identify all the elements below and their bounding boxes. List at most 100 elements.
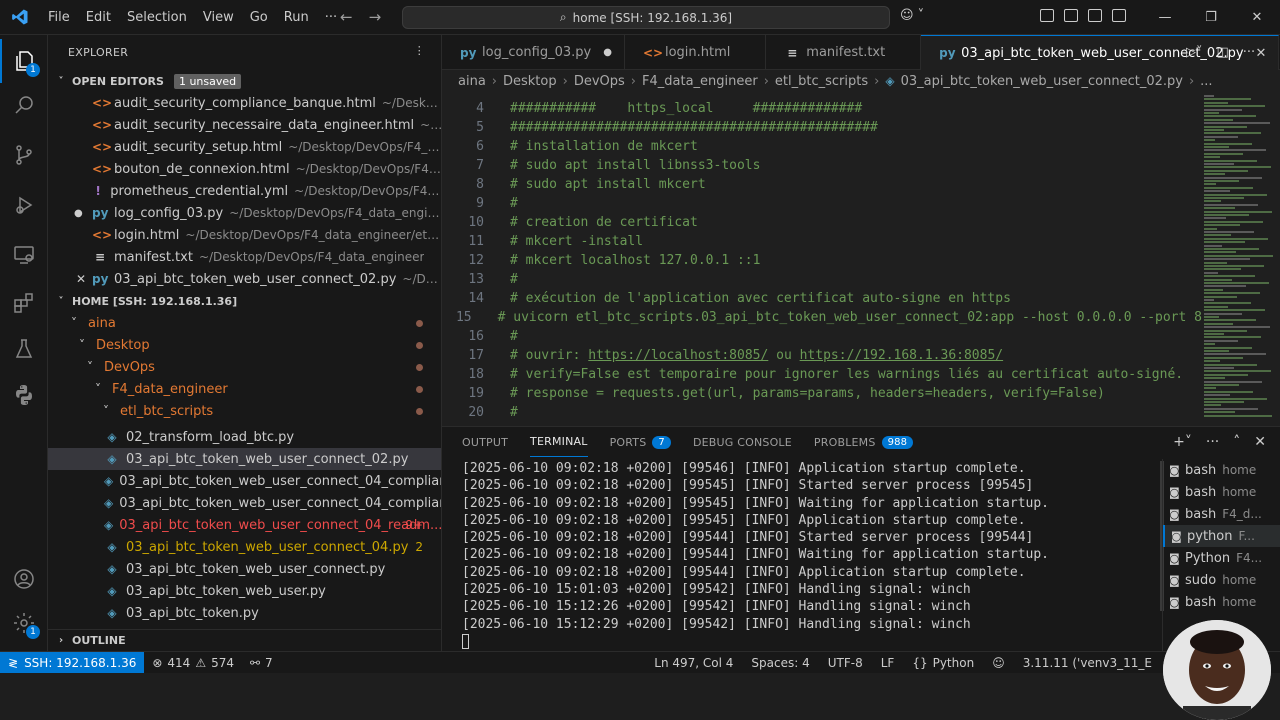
terminal-instance[interactable]: ◙ bash home <box>1163 459 1280 481</box>
minimize-icon[interactable]: — <box>1142 0 1188 35</box>
folder-item[interactable]: ˅ aina <box>48 312 441 334</box>
open-editor-item[interactable]: ✕ py 03_api_btc_token_web_user_connect_02.… <box>48 268 441 290</box>
open-editor-item[interactable]: <> bouton_de_connexion.html ~/Desktop/DevO… <box>48 158 441 180</box>
maximize-panel-icon[interactable]: ˄ <box>1233 434 1240 450</box>
file-item[interactable]: ◈ 03_api_btc_token_web_user.py <box>48 580 441 602</box>
breadcrumb-item[interactable]: etl_btc_scripts <box>775 74 868 89</box>
folder-item[interactable]: ˅ Desktop <box>48 334 441 356</box>
run-debug-icon[interactable] <box>0 183 48 227</box>
terminal-instance[interactable]: ◙ Python F4... <box>1163 547 1280 569</box>
folder-item[interactable]: ˅ F4_data_engineer <box>48 378 441 400</box>
open-editors-section[interactable]: ˅ OPEN EDITORS 1 unsaved <box>48 70 441 92</box>
terminal-instance[interactable]: ◙ bash home <box>1163 481 1280 503</box>
breadcrumb-item[interactable]: DevOps <box>574 74 625 89</box>
home-folder-section[interactable]: ˅ HOME [SSH: 192.168.1.36] <box>48 290 441 312</box>
breadcrumb-item[interactable]: Desktop <box>503 74 557 89</box>
breadcrumb-item[interactable]: F4_data_engineer <box>642 74 758 89</box>
settings-gear-icon[interactable]: 1 <box>0 601 48 645</box>
breadcrumb-item[interactable]: ... <box>1200 74 1212 89</box>
toggle-secondary-sidebar-icon[interactable] <box>1112 9 1126 22</box>
remote-explorer-icon[interactable] <box>0 233 48 277</box>
menu-item[interactable]: Edit <box>78 10 119 25</box>
source-control-icon[interactable] <box>0 133 48 177</box>
editor-tab[interactable]: ≡manifest.txt✕ <box>766 35 922 70</box>
back-arrow-icon[interactable]: ← <box>340 8 353 26</box>
extensions-icon[interactable] <box>0 281 48 325</box>
explorer-icon[interactable]: 1 <box>0 39 48 83</box>
indentation[interactable]: Spaces: 4 <box>743 656 817 670</box>
panel-tab[interactable]: DEBUG CONSOLE <box>693 427 792 457</box>
close-tab-icon[interactable]: ✕ <box>1256 46 1267 61</box>
more-icon[interactable]: ··· <box>1243 45 1255 60</box>
folder-item[interactable]: ˅ etl_btc_scripts <box>48 400 441 422</box>
close-panel-icon[interactable]: ✕ <box>1254 434 1266 450</box>
editor-tab[interactable]: <>login.html✕ <box>625 35 767 70</box>
problems-status[interactable]: ⊗ 414 ⚠ 574 <box>144 656 242 670</box>
testing-icon[interactable] <box>0 327 48 371</box>
file-item[interactable]: ◈ 02_transform_load_btc.py <box>48 426 441 448</box>
folder-item[interactable]: ˅ DevOps <box>48 356 441 378</box>
forward-arrow-icon[interactable]: → <box>369 8 382 26</box>
modified-dot-icon[interactable]: ● <box>603 47 612 58</box>
more-actions-icon[interactable]: ⋮ <box>414 44 425 57</box>
terminal-instance[interactable]: ◙ bash F4_d... <box>1163 503 1280 525</box>
breadcrumb-item[interactable]: aina <box>458 74 486 89</box>
encoding[interactable]: UTF-8 <box>820 656 871 670</box>
panel-tab[interactable]: OUTPUT <box>462 427 508 457</box>
menu-item[interactable]: Selection <box>119 10 195 25</box>
ports-status[interactable]: ⚯ 7 <box>242 656 281 670</box>
open-editor-item[interactable]: <> audit_security_compliance_banque.html ~… <box>48 92 441 114</box>
new-terminal-icon[interactable]: +˅ <box>1173 434 1192 450</box>
open-editor-item[interactable]: <> audit_security_necessaire_data_enginee… <box>48 114 441 136</box>
file-item[interactable]: ◈ 03_api_btc_token_web_user_connect_04_co… <box>48 470 441 492</box>
terminal-instance[interactable]: ◙ python F... <box>1163 525 1280 547</box>
terminal-prompt[interactable] <box>462 633 1162 651</box>
file-item[interactable]: ◈ 03_api_btc_token_web_user_connect_04.py… <box>48 536 441 558</box>
breadcrumb-item[interactable]: 03_api_btc_token_web_user_connect_02.py <box>901 74 1183 89</box>
menu-item[interactable]: File <box>40 10 78 25</box>
layout-custom-icon[interactable] <box>1040 9 1054 22</box>
open-editor-item[interactable]: ● py log_config_03.py ~/Desktop/DevOps/F4_d… <box>48 202 441 224</box>
terminal-instance[interactable]: ◙ bash home <box>1163 591 1280 613</box>
open-editor-item[interactable]: <> login.html ~/Desktop/DevOps/F4_data_eng… <box>48 224 441 246</box>
copilot-icon[interactable]: ☺ ˅ <box>900 8 924 23</box>
command-center[interactable]: ⌕ home [SSH: 192.168.1.36] <box>402 6 890 29</box>
remote-indicator[interactable]: ≷ SSH: 192.168.1.36 <box>0 651 145 674</box>
terminal-output[interactable]: [2025-06-10 09:02:18 +0200] [99546] [INF… <box>462 461 1162 651</box>
more-icon[interactable]: ··· <box>1206 434 1219 450</box>
panel-tab[interactable]: PORTS 7 <box>610 427 671 457</box>
terminal-instance[interactable]: ◙ sudo home <box>1163 569 1280 591</box>
python-interpreter[interactable]: 3.11.11 ('venv3_11_E <box>1015 656 1160 670</box>
code-editor[interactable]: 4 ########### https_local ############## 5… <box>442 92 1202 422</box>
outline-section[interactable]: › OUTLINE <box>48 629 441 651</box>
toggle-panel-icon[interactable] <box>1088 9 1102 22</box>
file-item[interactable]: ◈ 03_api_btc_token.py <box>48 602 441 624</box>
close-window-icon[interactable]: ✕ <box>1234 0 1280 35</box>
search-icon[interactable] <box>0 83 48 127</box>
menu-item[interactable]: View <box>195 10 242 25</box>
editor-tab[interactable]: py log_config_03.py ● <box>442 35 625 70</box>
menu-item[interactable]: Go <box>242 10 276 25</box>
language-mode[interactable]: {} Python <box>904 656 982 670</box>
cursor-position[interactable]: Ln 497, Col 4 <box>646 656 741 670</box>
panel-tab[interactable]: TERMINAL <box>530 427 588 457</box>
python-icon[interactable] <box>0 373 48 417</box>
toggle-sidebar-icon[interactable] <box>1064 9 1078 22</box>
open-editor-item[interactable]: <> audit_security_setup.html ~/Desktop/Dev… <box>48 136 441 158</box>
account-icon[interactable] <box>0 557 48 601</box>
copilot-status-icon[interactable]: ☺ <box>984 656 1013 670</box>
run-file-icon[interactable]: ▷˅ <box>1186 45 1203 60</box>
file-item[interactable]: ◈ 03_api_btc_token_web_user_connect_04_re… <box>48 514 441 536</box>
restore-icon[interactable]: ❐ <box>1188 0 1234 35</box>
file-item[interactable]: ◈ 03_api_btc_token_web_user_connect.py <box>48 558 441 580</box>
end-of-line[interactable]: LF <box>873 656 903 670</box>
split-editor-icon[interactable]: ◫ <box>1217 45 1229 60</box>
minimap[interactable] <box>1202 92 1280 422</box>
open-editor-item[interactable]: ≡ manifest.txt ~/Desktop/DevOps/F4_data_en… <box>48 246 441 268</box>
menu-item[interactable]: Run <box>276 10 317 25</box>
open-editor-item[interactable]: ! prometheus_credential.yml ~/Desktop/DevO… <box>48 180 441 202</box>
close-editor-icon[interactable]: ✕ <box>76 272 86 286</box>
file-item[interactable]: ◈ 03_api_btc_token_web_user_connect_04_co… <box>48 492 441 514</box>
file-item[interactable]: ◈ 03_api_btc_token_web_user_connect_02.py <box>48 448 441 470</box>
panel-tab[interactable]: PROBLEMS 988 <box>814 427 914 457</box>
